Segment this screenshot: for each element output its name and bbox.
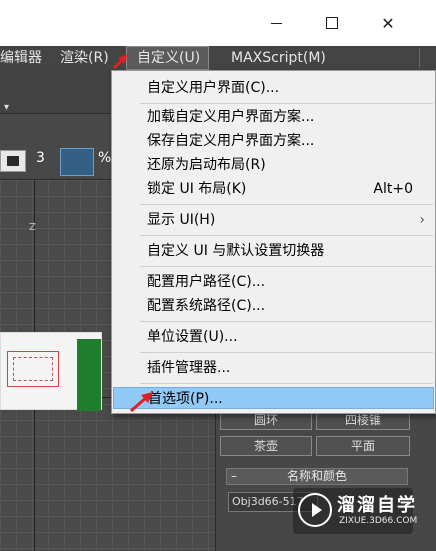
menu-item-save-ui-scheme[interactable]: 保存自定义用户界面方案... <box>112 130 435 152</box>
menu-separator <box>140 204 433 205</box>
menu-item-customize-ui[interactable]: 自定义用户界面(C)... <box>112 77 435 99</box>
close-icon: ✕ <box>381 13 395 33</box>
watermark: 溜溜自学 ZIXUE.3D66.COM <box>293 488 417 534</box>
scene-object[interactable] <box>0 332 102 411</box>
menu-item-lock-ui-layout[interactable]: 锁定 UI 布局(K) Alt+0 <box>112 178 435 200</box>
menu-separator <box>140 266 433 267</box>
play-logo-icon <box>298 493 332 527</box>
name-color-rollout[interactable]: – 名称和颜色 <box>226 468 408 485</box>
menu-item-configure-system-paths[interactable]: 配置系统路径(C)... <box>112 295 435 317</box>
menu-separator <box>140 235 433 236</box>
menu-item-plugin-manager[interactable]: 插件管理器... <box>112 357 435 379</box>
menu-item-units-setup[interactable]: 单位设置(U)... <box>112 326 435 348</box>
menu-bar: 编辑器 渲染(R) 自定义(U) MAXScript(M) <box>0 46 436 70</box>
shortcut-label: Alt+0 <box>373 181 413 197</box>
window-titlebar: ✕ <box>0 0 436 46</box>
create-plane-button[interactable]: 平面 <box>316 436 410 456</box>
toolbar-dropdown-arrow-icon[interactable]: ▾ <box>4 102 9 113</box>
customize-dropdown-menu: 自定义用户界面(C)... 加载自定义用户界面方案... 保存自定义用户界面方案… <box>111 70 436 414</box>
percent-snap-label[interactable]: % <box>98 150 111 166</box>
close-button[interactable]: ✕ <box>362 0 414 46</box>
menu-item-configure-user-paths[interactable]: 配置用户路径(C)... <box>112 271 435 293</box>
menu-editors[interactable]: 编辑器 <box>0 46 42 70</box>
maximize-icon <box>326 17 338 29</box>
create-teapot-button[interactable]: 茶壶 <box>220 436 312 456</box>
menu-item-revert-layout[interactable]: 还原为启动布局(R) <box>112 154 435 176</box>
object-green-part <box>77 339 101 411</box>
snap-toggle-label[interactable]: 3 <box>36 150 45 166</box>
watermark-title: 溜溜自学 <box>337 495 417 516</box>
object-detail <box>13 357 53 381</box>
menu-maxscript[interactable]: MAXScript(M) <box>231 46 326 70</box>
minimize-icon <box>270 22 282 24</box>
menu-item-load-ui-scheme[interactable]: 加载自定义用户界面方案... <box>112 106 435 128</box>
menu-separator <box>140 321 433 322</box>
viewport-axis-label: Z <box>29 222 36 233</box>
maximize-button[interactable] <box>306 0 358 46</box>
menu-rendering[interactable]: 渲染(R) <box>60 46 109 70</box>
watermark-url: ZIXUE.3D66.COM <box>339 516 418 526</box>
submenu-arrow-icon: › <box>419 212 425 228</box>
menu-separator <box>140 103 433 104</box>
menu-item-preferences[interactable]: 首选项(P)... <box>113 387 434 409</box>
menu-item-ui-switcher[interactable]: 自定义 UI 与默认设置切换器 <box>112 240 435 262</box>
menu-customize[interactable]: 自定义(U) <box>126 46 210 70</box>
menu-separator <box>140 352 433 353</box>
menubar-overflow-icon[interactable] <box>419 48 436 68</box>
minimize-button[interactable] <box>250 0 302 46</box>
rollout-title: 名称和颜色 <box>286 469 347 483</box>
menu-separator <box>140 383 433 384</box>
menu-item-show-ui[interactable]: 显示 UI(H) › <box>112 209 435 231</box>
save-scene-button[interactable] <box>0 150 26 172</box>
angle-snap-button[interactable] <box>60 148 94 176</box>
